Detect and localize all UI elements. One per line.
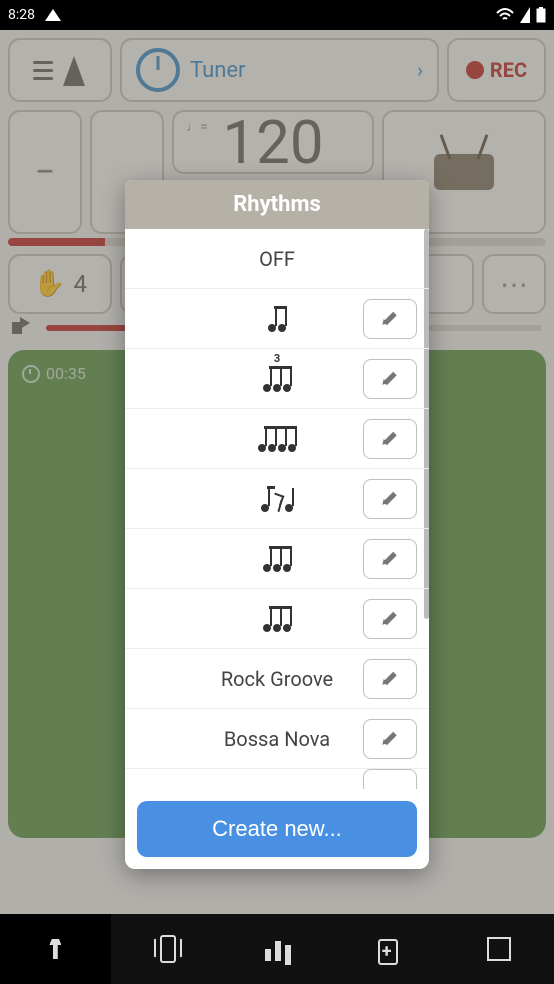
edit-button[interactable] <box>363 719 417 759</box>
rhythms-dialog: Rhythms OFF <box>125 180 429 869</box>
rhythm-row[interactable] <box>125 289 429 349</box>
edit-button[interactable] <box>363 539 417 579</box>
dialog-title: Rhythms <box>125 180 429 229</box>
signal-icon <box>520 7 530 23</box>
edit-button[interactable] <box>363 599 417 639</box>
pencil-icon <box>382 611 398 627</box>
create-new-button[interactable]: Create new... <box>137 801 417 857</box>
vibrate-icon <box>152 935 180 963</box>
rhythm-list[interactable]: OFF <box>125 229 429 789</box>
dialog-footer: Create new... <box>125 789 429 869</box>
app-background: Tuner › REC − ♩= 120 ✋ 4 ⋯ <box>0 30 554 914</box>
status-time: 8:28 <box>8 7 35 23</box>
rhythm-row[interactable]: Rock Groove <box>125 649 429 709</box>
rhythm-row[interactable] <box>125 409 429 469</box>
eighth-pair-icon <box>268 306 286 332</box>
sixteenth-four-icon <box>258 426 296 452</box>
nav-stats[interactable] <box>222 914 333 984</box>
pencil-icon <box>382 311 398 327</box>
battery-plus-icon <box>374 935 402 963</box>
battery-icon <box>536 7 546 23</box>
rhythm-row[interactable] <box>125 529 429 589</box>
edit-button[interactable] <box>363 659 417 699</box>
nav-flashlight[interactable] <box>0 914 111 984</box>
expand-icon <box>485 935 513 963</box>
chart-icon <box>263 935 291 963</box>
rhythm-row[interactable] <box>125 589 429 649</box>
sixteenth-pair-a-icon <box>263 546 291 572</box>
pencil-icon <box>382 671 398 687</box>
nav-vibrate[interactable] <box>111 914 222 984</box>
edit-button[interactable] <box>363 479 417 519</box>
edit-button[interactable] <box>363 359 417 399</box>
eighth-rest-pair-icon <box>261 486 293 512</box>
flashlight-icon <box>41 935 69 963</box>
edit-button[interactable] <box>363 419 417 459</box>
eighth-triplet-icon <box>263 366 291 392</box>
notification-icon <box>45 9 61 21</box>
rhythm-label: Bossa Nova <box>224 727 330 751</box>
pencil-icon <box>382 371 398 387</box>
rhythm-row-partial[interactable] <box>125 769 429 789</box>
nav-battery[interactable] <box>332 914 443 984</box>
nav-fullscreen[interactable] <box>443 914 554 984</box>
rhythm-row[interactable] <box>125 469 429 529</box>
system-bottom-nav <box>0 914 554 984</box>
rhythm-label: Rock Groove <box>221 667 333 691</box>
rhythm-off-row[interactable]: OFF <box>125 229 429 289</box>
pencil-icon <box>382 431 398 447</box>
edit-button[interactable] <box>363 769 417 789</box>
wifi-icon <box>496 8 514 22</box>
edit-button[interactable] <box>363 299 417 339</box>
rhythm-row[interactable] <box>125 349 429 409</box>
off-label: OFF <box>259 247 295 271</box>
dialog-overlay: Rhythms OFF <box>0 30 554 914</box>
pencil-icon <box>382 491 398 507</box>
sixteenth-pair-b-icon <box>263 606 291 632</box>
status-bar: 8:28 <box>0 0 554 30</box>
pencil-icon <box>382 551 398 567</box>
rhythm-row[interactable]: Bossa Nova <box>125 709 429 769</box>
pencil-icon <box>382 731 398 747</box>
